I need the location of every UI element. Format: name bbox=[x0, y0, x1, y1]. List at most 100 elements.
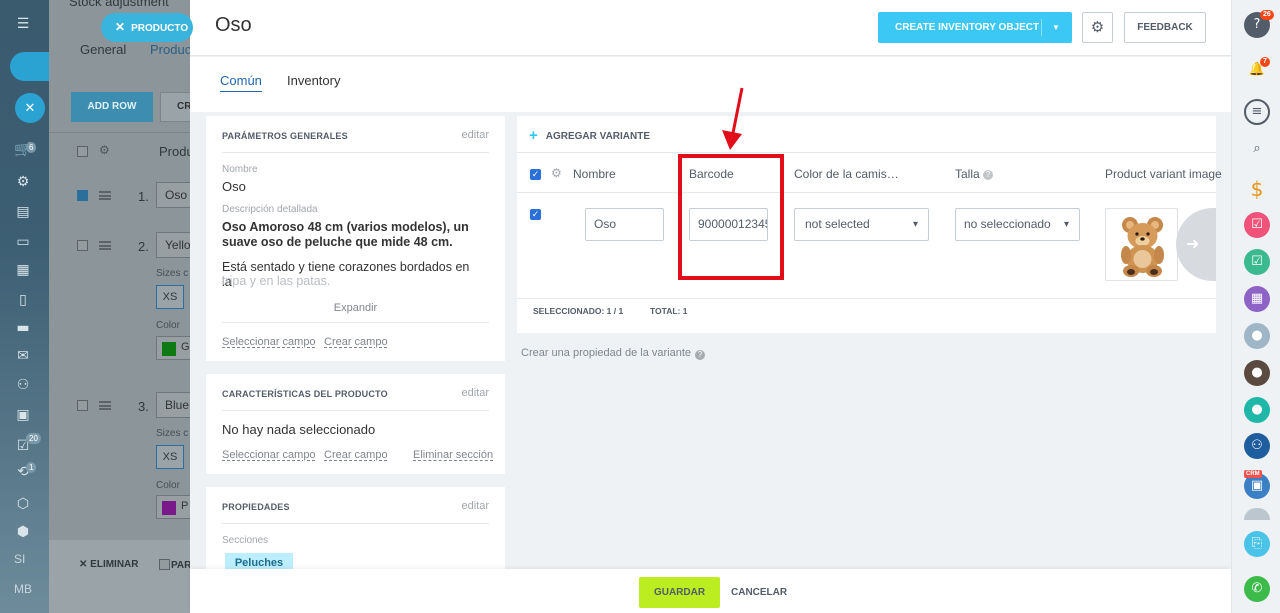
nav-text-mb[interactable]: MB bbox=[14, 582, 32, 596]
create-button-bg[interactable]: CR bbox=[160, 92, 190, 122]
footer-checkbox[interactable] bbox=[159, 559, 170, 570]
calendar-icon[interactable]: ▦ bbox=[13, 260, 33, 280]
size-tag[interactable]: XS bbox=[156, 445, 184, 469]
create-variant-property-link[interactable]: Crear una propiedad de la variante? bbox=[521, 347, 706, 360]
section-tag[interactable]: Peluches bbox=[225, 553, 293, 569]
edit-link[interactable]: editar bbox=[461, 500, 489, 512]
create-field-link[interactable]: Crear campo bbox=[324, 449, 388, 461]
dropdown-arrow-icon[interactable]: ▼ bbox=[1052, 12, 1060, 43]
chat-icon[interactable]: ≡ bbox=[1244, 99, 1270, 125]
bg-tab-product[interactable]: Product bbox=[150, 42, 190, 57]
color-swatch[interactable]: P bbox=[156, 495, 190, 519]
delete-section-link[interactable]: Eliminar sección bbox=[413, 449, 493, 461]
avatar[interactable]: ● bbox=[1244, 360, 1270, 386]
sizes-label: Sizes c bbox=[156, 268, 189, 279]
store-icon[interactable]: ⬡ bbox=[13, 494, 33, 514]
cancel-button[interactable]: CANCELAR bbox=[731, 577, 787, 608]
select-all-checkbox[interactable]: ✓ bbox=[530, 169, 541, 180]
expand-link[interactable]: Expandir bbox=[206, 302, 505, 314]
row-name-input[interactable]: Blue bbox=[156, 392, 190, 418]
description-label: Descripción detallada bbox=[222, 204, 318, 215]
mail-icon[interactable]: ✉ bbox=[13, 346, 33, 366]
id-card-icon[interactable]: ▣ bbox=[13, 405, 33, 425]
size-select[interactable]: no seleccionado ▾ bbox=[955, 208, 1080, 241]
box-icon[interactable]: ⬢ bbox=[13, 522, 33, 542]
color-label: Color bbox=[156, 320, 180, 331]
gear-icon[interactable]: ⚙ bbox=[551, 166, 562, 180]
add-variant-label: AGREGAR VARIANTE bbox=[545, 131, 651, 142]
row-checkbox[interactable] bbox=[77, 240, 88, 251]
column-header-name: Nombre bbox=[573, 167, 616, 181]
variant-image[interactable] bbox=[1105, 208, 1178, 281]
help-badge: 26 bbox=[1260, 10, 1274, 20]
chat-icon[interactable]: ▭ bbox=[13, 232, 33, 252]
select-field-link[interactable]: Seleccionar campo bbox=[222, 336, 316, 348]
drag-handle-icon[interactable] bbox=[99, 401, 111, 410]
avatar[interactable] bbox=[1244, 508, 1270, 520]
users-icon[interactable]: ⚇ bbox=[13, 375, 33, 395]
drag-handle-icon[interactable] bbox=[99, 191, 111, 200]
color-swatch[interactable]: G bbox=[156, 336, 190, 360]
properties-card: PROPIEDADES editar Secciones Peluches bbox=[206, 487, 505, 569]
settings-gear-button[interactable]: ⚙ bbox=[1082, 12, 1113, 43]
gear-icon[interactable]: ⚙ bbox=[99, 143, 110, 157]
help-icon[interactable]: ? bbox=[695, 350, 706, 360]
edit-link[interactable]: editar bbox=[461, 129, 489, 141]
sections-label: Secciones bbox=[222, 535, 269, 546]
file-icon[interactable]: ▯ bbox=[13, 290, 33, 310]
calendar-icon[interactable]: ▦ bbox=[1244, 286, 1270, 312]
checklist-icon[interactable]: ☑ bbox=[1244, 212, 1270, 238]
button-separator bbox=[1041, 19, 1042, 36]
delete-button[interactable]: ✕ ELIMINAR bbox=[79, 559, 139, 570]
menu-icon[interactable]: ☰ bbox=[13, 14, 33, 34]
row-name-input[interactable]: Oso bbox=[156, 182, 190, 208]
create-field-link[interactable]: Crear campo bbox=[324, 336, 388, 348]
row-name-input[interactable]: Yello bbox=[156, 232, 190, 258]
edit-link[interactable]: editar bbox=[461, 387, 489, 399]
search-icon[interactable]: ⌕ bbox=[1244, 136, 1270, 162]
name-value[interactable]: Oso bbox=[222, 179, 246, 194]
row-checkbox[interactable] bbox=[77, 400, 88, 411]
nav-text-si[interactable]: SI bbox=[14, 552, 25, 566]
row-checkbox[interactable]: ✓ bbox=[530, 209, 541, 220]
tab-comun[interactable]: Común bbox=[220, 73, 262, 92]
help-icon[interactable]: ? bbox=[983, 170, 994, 180]
avatar[interactable]: ● bbox=[1244, 323, 1270, 349]
chevron-down-icon: ▾ bbox=[1063, 219, 1069, 230]
row-number: 1. bbox=[138, 189, 149, 204]
divider bbox=[49, 132, 190, 133]
phone-icon[interactable]: ✆ bbox=[1244, 576, 1270, 602]
color-select[interactable]: not selected ▾ bbox=[794, 208, 929, 241]
close-icon[interactable]: ✕ bbox=[115, 20, 125, 34]
feedback-button[interactable]: FEEDBACK bbox=[1124, 12, 1206, 43]
tasks-icon[interactable]: ☑ bbox=[1244, 249, 1270, 275]
drag-handle-icon[interactable] bbox=[99, 241, 111, 250]
inbox-icon[interactable]: ▬ bbox=[13, 318, 33, 338]
image-carousel-next[interactable]: ➜ bbox=[1176, 208, 1216, 281]
close-icon[interactable]: ✕ bbox=[15, 93, 45, 123]
left-navigation: ☰ ✕ 🛒 6 ⚙ ▤ ▭ ▦ ▯ ▬ ✉ ⚇ ▣ ☑ 20 ⟲ 1 ⬡ ⬢ S… bbox=[0, 0, 50, 613]
characteristics-card: CARACTERÍSTICAS DEL PRODUCTO editar No h… bbox=[206, 374, 505, 474]
user-icon[interactable]: ● bbox=[1244, 397, 1270, 423]
variants-grid: + AGREGAR VARIANTE ✓ ⚙ Nombre Barcode Col… bbox=[517, 116, 1222, 333]
dollar-icon[interactable]: $ bbox=[1244, 176, 1270, 202]
crm-badge: CRM bbox=[1244, 470, 1262, 478]
group-icon[interactable]: ⚇ bbox=[1244, 433, 1270, 459]
header-checkbox[interactable] bbox=[77, 146, 88, 157]
select-field-link[interactable]: Seleccionar campo bbox=[222, 449, 316, 461]
row-checkbox[interactable] bbox=[77, 190, 88, 201]
share-icon[interactable]: ⚙ bbox=[13, 172, 33, 192]
producto-slider-tab[interactable]: ✕ PRODUCTO bbox=[101, 13, 193, 42]
create-inventory-object-button[interactable]: CREATE INVENTORY OBJECT ▼ bbox=[878, 12, 1072, 43]
bg-tab-general[interactable]: General bbox=[80, 42, 126, 57]
add-variant-button[interactable]: + AGREGAR VARIANTE bbox=[529, 127, 650, 144]
document-icon[interactable]: ▤ bbox=[13, 202, 33, 222]
variant-name-input[interactable]: Oso bbox=[585, 208, 664, 241]
size-tag[interactable]: XS bbox=[156, 285, 184, 309]
add-row-button[interactable]: ADD ROW bbox=[71, 92, 153, 122]
tab-inventory[interactable]: Inventory bbox=[287, 73, 340, 91]
right-rail: ? 26 🔔 7 ≡ ⌕ $ ☑ ☑ ▦ ● ● ● ⚇ ▣ CRM ⎘ ✆ bbox=[1231, 0, 1280, 613]
save-button[interactable]: GUARDAR bbox=[639, 577, 720, 608]
share-icon[interactable]: ⎘ bbox=[1244, 531, 1270, 557]
delete-label: ELIMINAR bbox=[90, 559, 139, 570]
